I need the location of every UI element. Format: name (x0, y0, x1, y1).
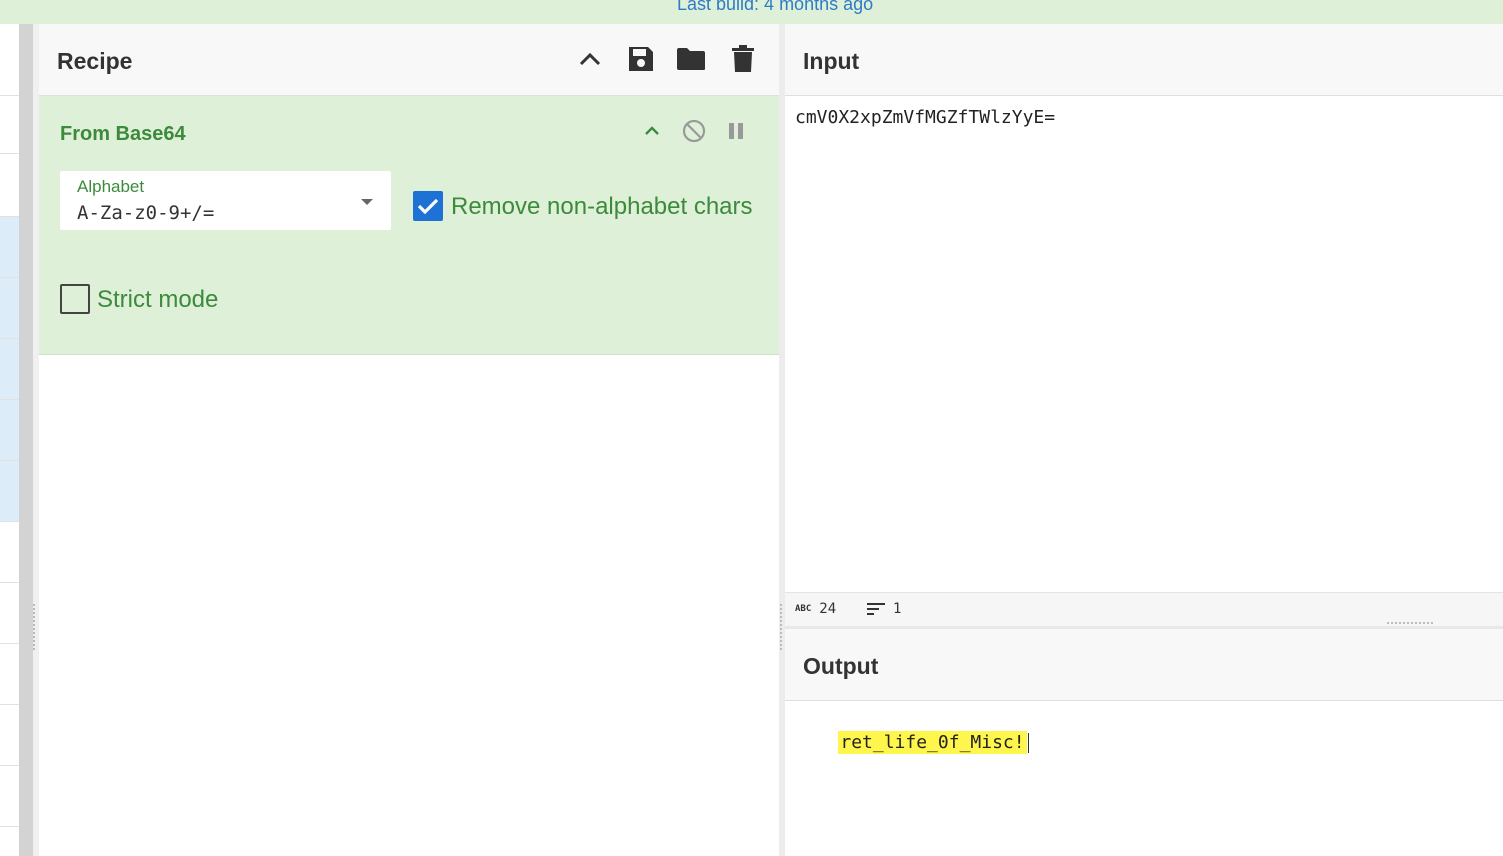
output-title: Output (803, 653, 879, 679)
pause-icon[interactable] (723, 118, 749, 144)
list-item[interactable] (0, 217, 19, 278)
remove-non-alphabet-checkbox[interactable] (413, 191, 443, 221)
list-item[interactable] (0, 96, 19, 154)
operation-from-base64[interactable]: From Base64 Alphabet A-Za-z0-9+/= Remove… (39, 96, 779, 355)
text-cursor (1027, 733, 1029, 753)
output-textarea[interactable]: ret_life_0f_Misc! (795, 711, 1029, 774)
list-item[interactable] (0, 644, 19, 705)
resize-handle[interactable] (33, 604, 38, 650)
length-value: 24 (819, 601, 837, 617)
disable-icon[interactable] (681, 118, 707, 144)
output-highlight: ret_life_0f_Misc! (838, 731, 1027, 754)
list-item[interactable] (0, 766, 19, 827)
list-item[interactable] (0, 705, 19, 766)
list-item[interactable] (0, 583, 19, 644)
list-item[interactable] (0, 339, 19, 400)
folder-open-icon[interactable] (676, 44, 706, 74)
recipe-header: Recipe (39, 24, 779, 96)
input-header: Input (785, 24, 1503, 96)
remove-non-alphabet-label[interactable]: Remove non-alphabet chars (451, 193, 753, 221)
list-item[interactable] (0, 522, 19, 583)
recipe-pane: Recipe From Base64 Alphabet A-Za-z0-9+/= (39, 24, 779, 856)
trash-icon[interactable] (728, 44, 758, 74)
input-status-bar: ABC 24 1 (785, 592, 1503, 629)
recipe-title: Recipe (57, 48, 133, 74)
alphabet-value: A-Za-z0-9+/= (77, 202, 215, 224)
operations-list-partial (0, 24, 19, 856)
alphabet-select[interactable]: Alphabet A-Za-z0-9+/= (60, 171, 391, 230)
chevron-up-icon[interactable] (639, 118, 665, 144)
chevron-up-icon[interactable] (575, 44, 605, 74)
length-indicator: ABC 24 (795, 601, 836, 617)
scrollbar[interactable] (19, 24, 33, 856)
io-pane: Input cmV0X2xpZmVfMGZfTWlzYyE= ABC 24 1 … (785, 24, 1503, 856)
lines-value: 1 (893, 601, 902, 617)
abc-icon: ABC (795, 604, 812, 614)
list-item[interactable] (0, 154, 19, 217)
save-icon[interactable] (626, 44, 656, 74)
operation-title: From Base64 (60, 123, 186, 145)
output-header: Output (785, 629, 1503, 701)
chevron-down-icon (361, 199, 373, 205)
build-banner: Last build: 4 months ago (0, 0, 1503, 25)
alphabet-label: Alphabet (77, 177, 145, 196)
list-item[interactable] (0, 278, 19, 339)
resize-handle[interactable] (1387, 622, 1433, 624)
input-textarea[interactable]: cmV0X2xpZmVfMGZfTWlzYyE= (795, 107, 1055, 128)
build-info-text: Last build: 4 months ago (677, 0, 874, 14)
lines-indicator: 1 (867, 601, 901, 617)
list-item[interactable] (0, 461, 19, 522)
strict-mode-label[interactable]: Strict mode (97, 286, 218, 314)
strict-mode-checkbox[interactable] (60, 284, 90, 314)
list-item[interactable] (0, 24, 19, 96)
list-item[interactable] (0, 400, 19, 461)
input-title: Input (803, 48, 860, 74)
lines-icon (867, 603, 885, 615)
